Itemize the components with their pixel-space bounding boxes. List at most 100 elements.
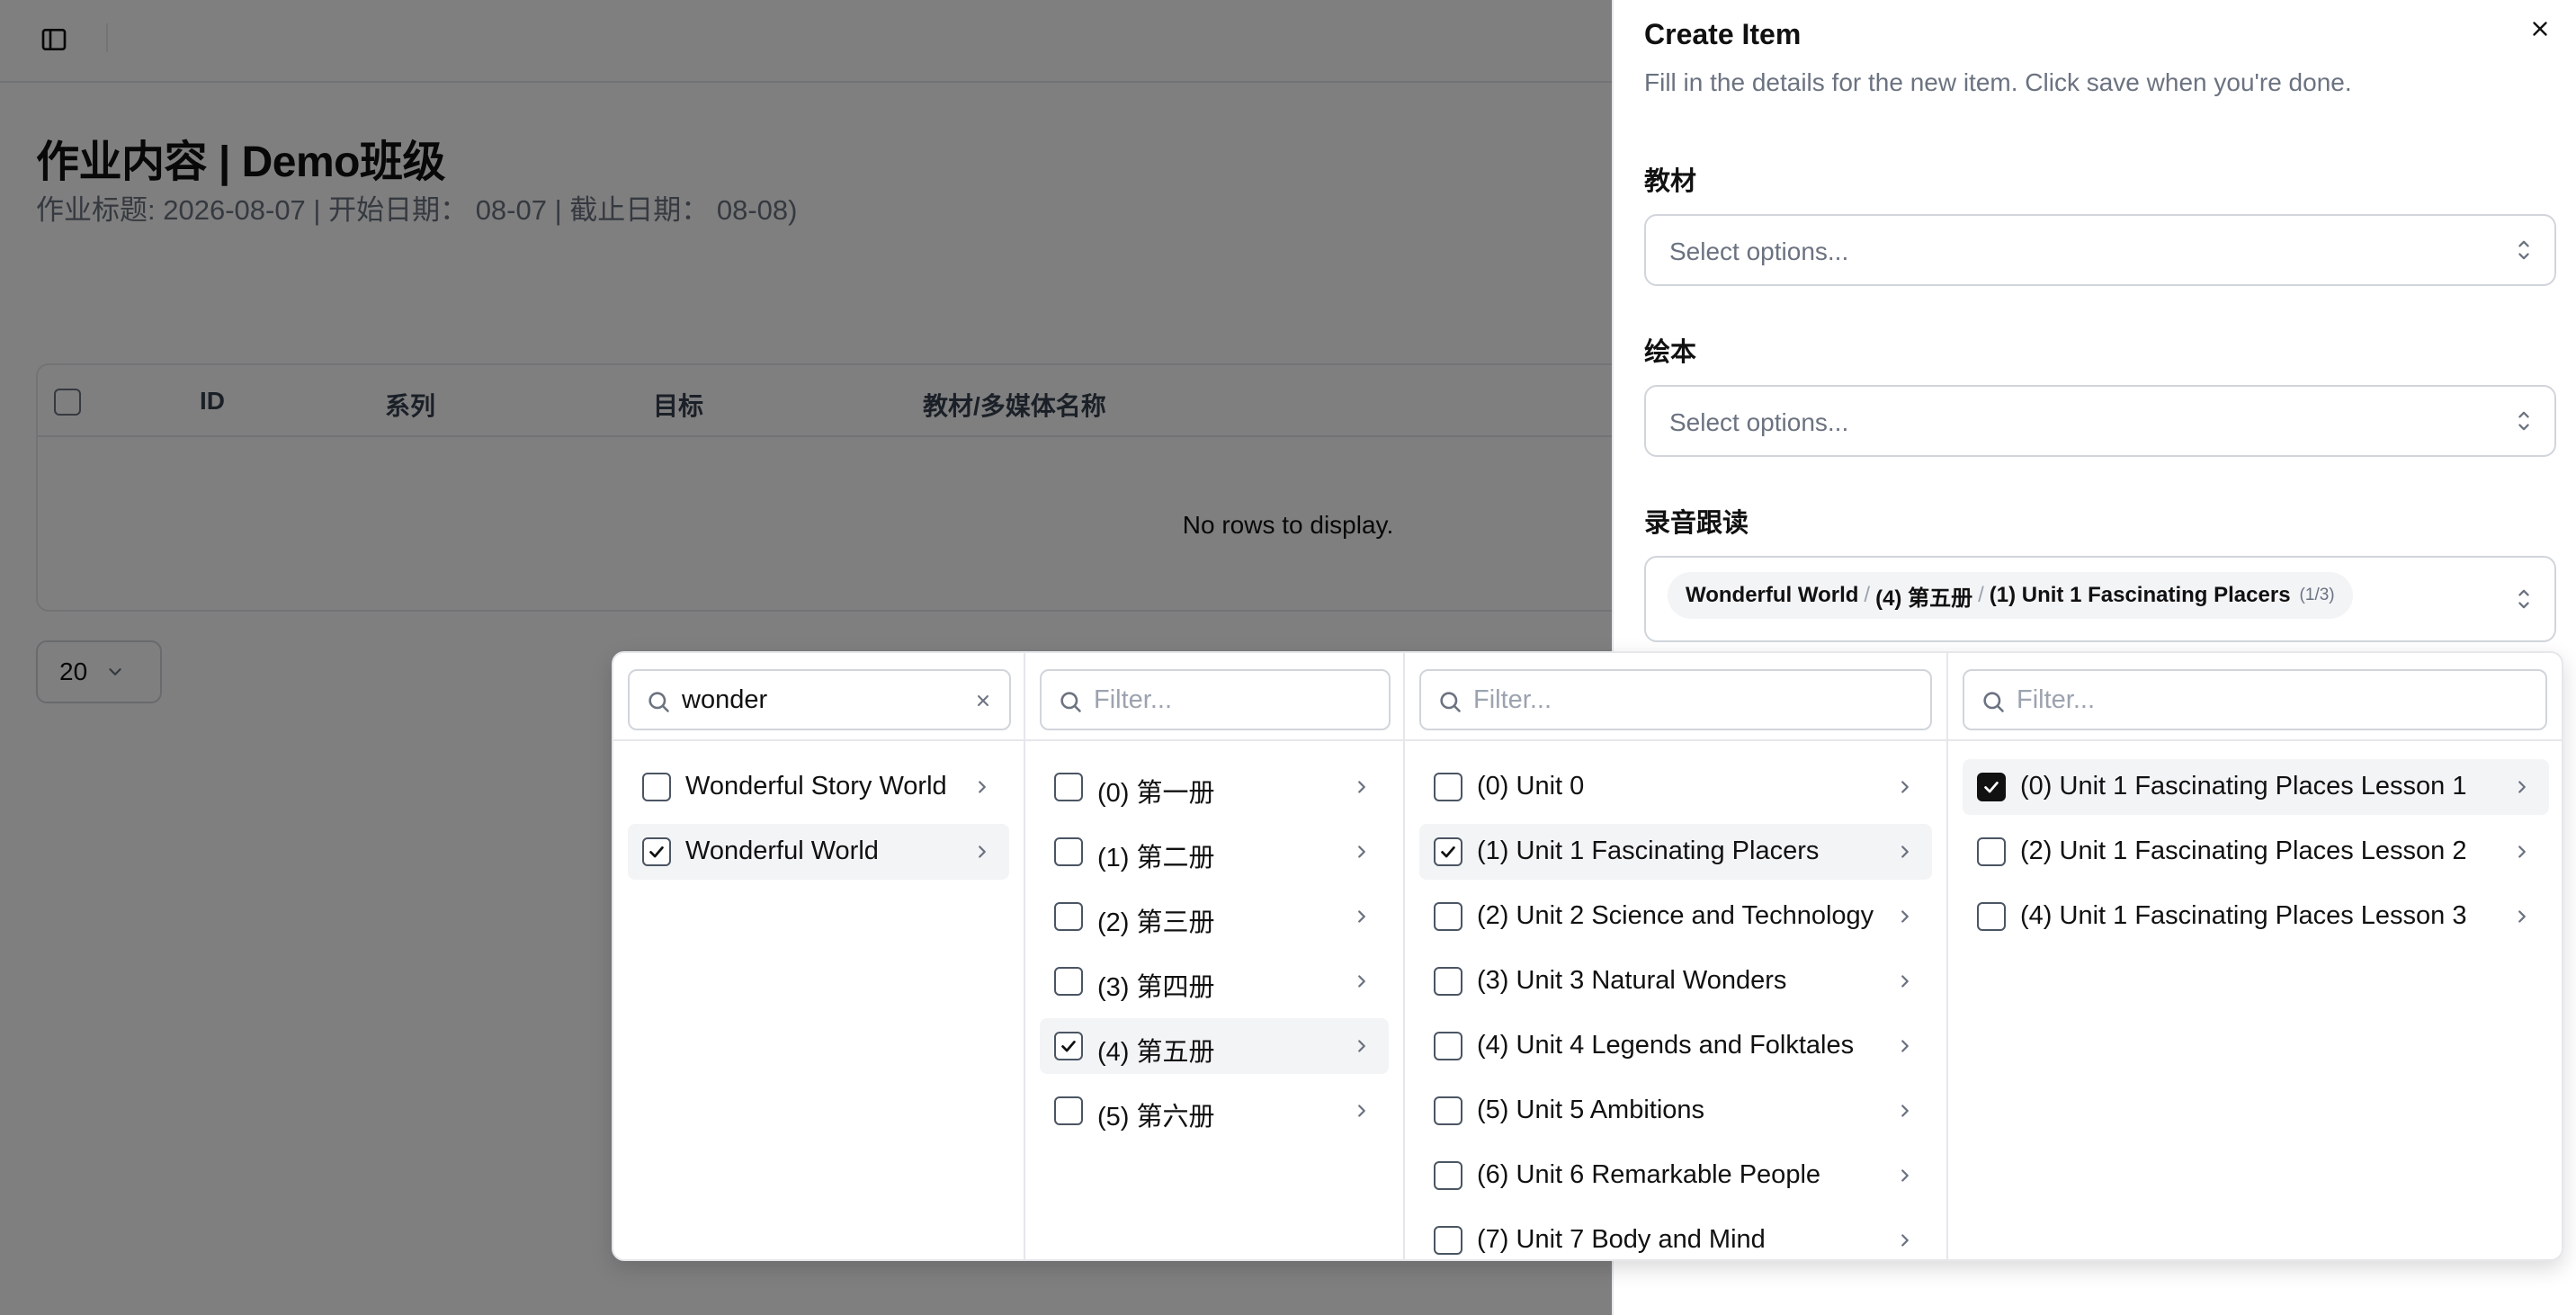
unit-option[interactable]: (1) Unit 1 Fascinating Placers [1419,824,1932,880]
option-label: (4) 第五册 [1097,1038,1215,1067]
volume-option[interactable]: (3) 第四册 [1040,953,1389,1009]
option-checkbox[interactable] [642,837,671,866]
chevron-right-icon [1896,841,1914,863]
chip-separator: / [1864,583,1871,607]
option-label: (7) Unit 7 Body and Mind [1477,1225,1766,1254]
search-icon [1060,692,1081,712]
option-checkbox[interactable] [1434,1096,1462,1125]
option-label: (4) Unit 1 Fascinating Places Lesson 3 [2020,901,2467,930]
option-checkbox[interactable] [1434,1161,1462,1190]
selected-path-chip[interactable]: Wonderful World / (4) 第五册 / (1) Unit 1 F… [1668,572,2353,619]
unit-option[interactable]: (2) Unit 2 Science and Technology [1419,889,1932,944]
volume-filter-placeholder: Filter... [1094,685,1173,714]
check-icon [1061,1041,1076,1052]
unit-option[interactable]: (5) Unit 5 Ambitions [1419,1083,1932,1139]
picture-book-select[interactable]: Select options... [1644,385,2556,457]
option-checkbox[interactable] [1434,1226,1462,1255]
chevron-right-icon [1896,1165,1914,1186]
chevron-right-icon [2513,906,2531,927]
picture-book-field-label: 绘本 [1644,338,1697,367]
lesson-option[interactable]: (2) Unit 1 Fascinating Places Lesson 2 [1963,824,2549,880]
textbook-select-placeholder: Select options... [1669,237,1849,265]
option-label: (5) 第六册 [1097,1103,1215,1132]
series-filter-input[interactable]: wonder [628,669,1011,730]
unit-option[interactable]: (3) Unit 3 Natural Wonders [1419,953,1932,1009]
option-checkbox[interactable] [1054,967,1083,996]
option-checkbox[interactable] [1977,837,2006,866]
cascader-column-series: wonder Wonderful Story World Wonderful Wo… [613,653,1025,1259]
chevron-right-icon [1896,1100,1914,1122]
chevrons-up-down-icon [2513,585,2535,613]
search-icon [1983,692,2004,712]
option-label: (6) Unit 6 Remarkable People [1477,1160,1821,1189]
unit-filter-input[interactable]: Filter... [1419,669,1932,730]
option-label: (2) Unit 1 Fascinating Places Lesson 2 [2020,836,2467,865]
chevron-right-icon [1353,971,1371,992]
chevron-right-icon [1896,971,1914,992]
unit-option[interactable]: (0) Unit 0 [1419,759,1932,815]
unit-filter-placeholder: Filter... [1473,685,1552,714]
sheet-title: Create Item [1644,18,1802,50]
volume-filter-input[interactable]: Filter... [1040,669,1391,730]
option-label: (4) Unit 4 Legends and Folktales [1477,1031,1855,1060]
option-checkbox[interactable] [1977,902,2006,931]
option-label: (3) Unit 3 Natural Wonders [1477,966,1787,995]
option-checkbox[interactable] [1054,902,1083,931]
picture-book-select-placeholder: Select options... [1669,408,1849,436]
chevron-right-icon [2513,841,2531,863]
option-checkbox[interactable] [1054,837,1083,866]
check-icon [1441,846,1455,858]
check-icon [1984,782,1999,793]
option-checkbox[interactable] [1977,773,2006,801]
x-icon [978,695,988,706]
chevron-right-icon [1896,1230,1914,1251]
cascader-column-volume: Filter... (0) 第一册 (1) 第二册 (2) 第三册 (3) 第四册 (4… [1025,653,1405,1259]
option-checkbox[interactable] [1054,773,1083,801]
option-label: (3) 第四册 [1097,973,1215,1002]
chevrons-up-down-icon [2513,407,2535,435]
volume-option[interactable]: (1) 第二册 [1040,824,1389,880]
recording-select[interactable]: Wonderful World / (4) 第五册 / (1) Unit 1 F… [1644,556,2556,642]
unit-option[interactable]: (7) Unit 7 Body and Mind [1419,1212,1932,1259]
textbook-select[interactable]: Select options... [1644,214,2556,286]
cascader-popup: wonder Wonderful Story World Wonderful Wo… [612,651,2563,1261]
unit-option[interactable]: (6) Unit 6 Remarkable People [1419,1148,1932,1203]
lesson-filter-placeholder: Filter... [2017,685,2096,714]
unit-option[interactable]: (4) Unit 4 Legends and Folktales [1419,1018,1932,1074]
lesson-option[interactable]: (0) Unit 1 Fascinating Places Lesson 1 [1963,759,2549,815]
chevron-right-icon [1353,1035,1371,1057]
option-checkbox[interactable] [1054,1096,1083,1125]
volume-option[interactable]: (5) 第六册 [1040,1083,1389,1139]
option-label: (0) Unit 0 [1477,772,1585,801]
series-option[interactable]: Wonderful World [628,824,1009,880]
column-filter-area: Filter... [1025,653,1403,741]
chevron-right-icon [1896,906,1914,927]
chip-count: (1/3) [2299,586,2335,604]
series-filter-value: wonder [682,685,768,714]
volume-option[interactable]: (4) 第五册 [1040,1018,1389,1074]
close-button[interactable] [2522,11,2558,47]
option-checkbox[interactable] [1434,902,1462,931]
option-checkbox[interactable] [1434,967,1462,996]
search-icon [648,692,669,712]
lesson-filter-input[interactable]: Filter... [1963,669,2547,730]
option-label: (2) Unit 2 Science and Technology [1477,901,1874,930]
option-label: (2) 第三册 [1097,908,1215,937]
chevron-right-icon [1896,1035,1914,1057]
option-checkbox[interactable] [1434,773,1462,801]
volume-option[interactable]: (2) 第三册 [1040,889,1389,944]
volume-option[interactable]: (0) 第一册 [1040,759,1389,815]
option-checkbox[interactable] [1054,1032,1083,1060]
option-checkbox[interactable] [1434,1032,1462,1060]
lesson-option[interactable]: (4) Unit 1 Fascinating Places Lesson 3 [1963,889,2549,944]
chevron-right-icon [973,776,991,798]
column-filter-area: Filter... [1405,653,1946,741]
check-icon [649,846,664,858]
option-checkbox[interactable] [642,773,671,801]
option-checkbox[interactable] [1434,837,1462,866]
series-option[interactable]: Wonderful Story World [628,759,1009,815]
clear-filter-button[interactable] [970,687,997,714]
option-label: Wonderful World [685,836,879,865]
option-label: (5) Unit 5 Ambitions [1477,1096,1705,1124]
search-icon [1440,692,1461,712]
